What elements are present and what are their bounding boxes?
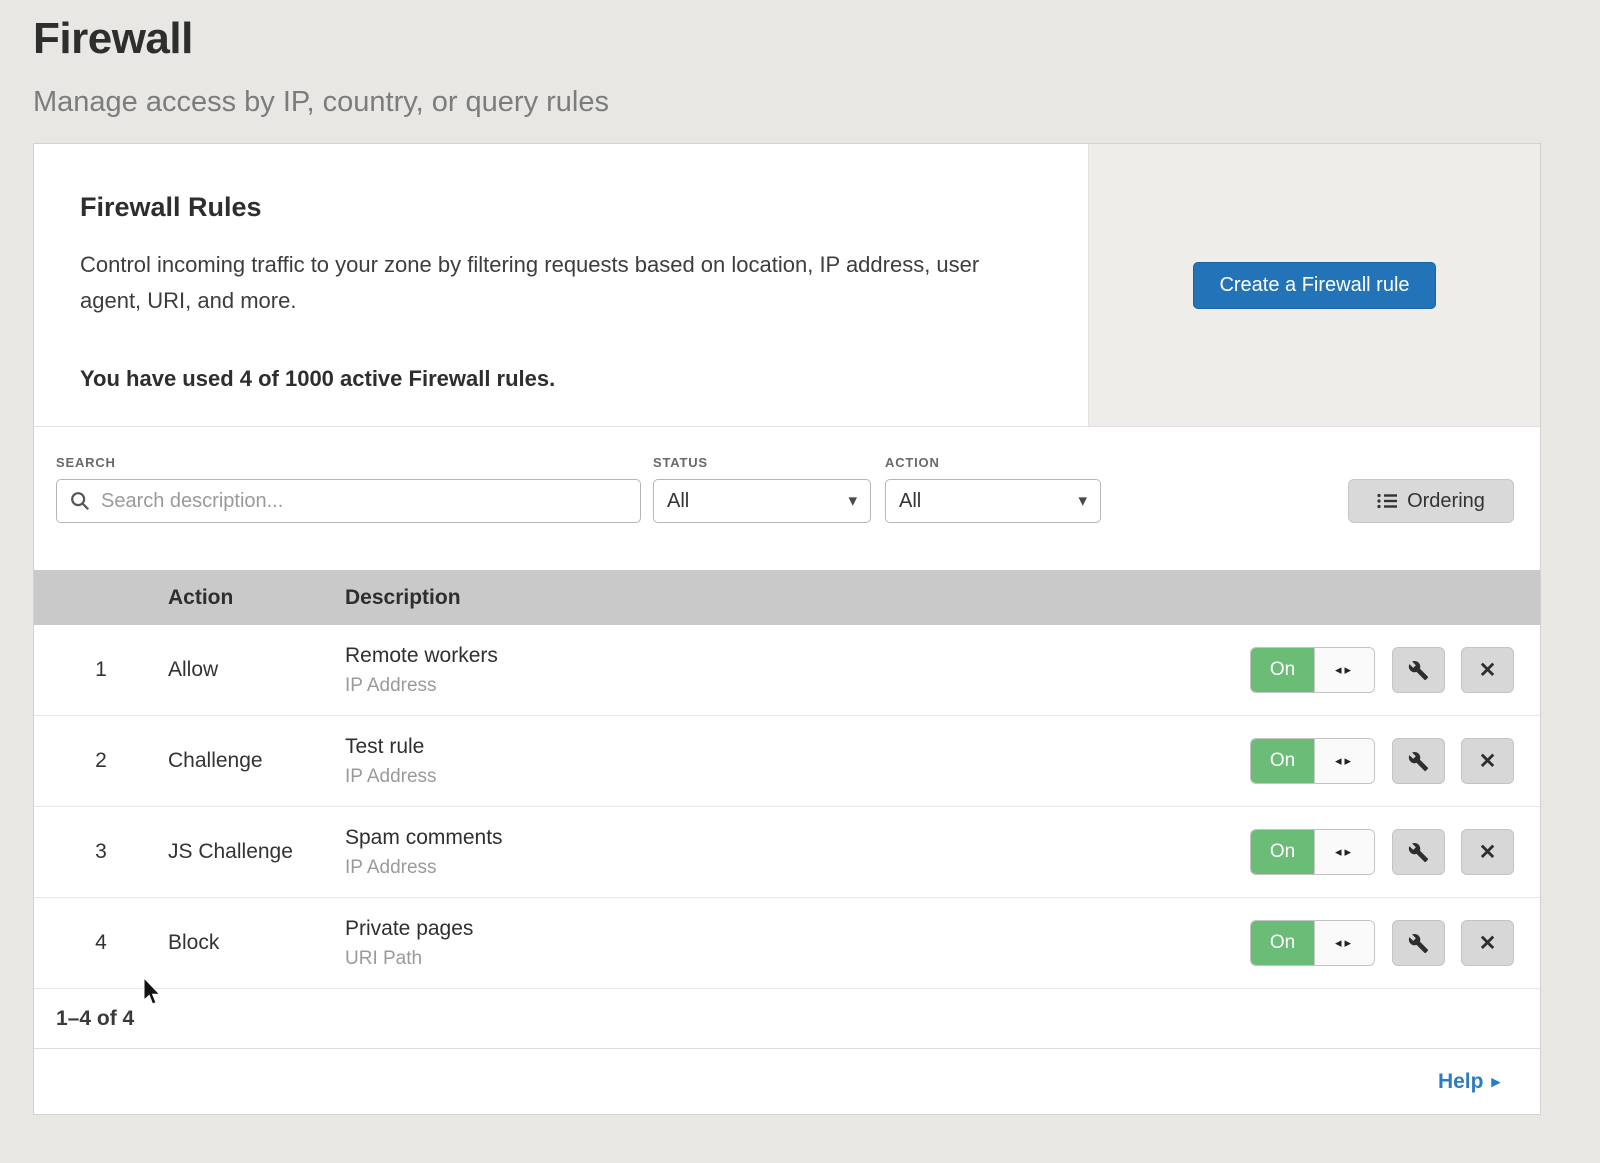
rule-description: Remote workers IP Address [345, 644, 1250, 697]
rule-controls: On ◂▸ ✕ [1250, 738, 1540, 784]
action-select[interactable]: All ▾ [885, 479, 1101, 523]
wrench-icon [1408, 660, 1429, 681]
rule-description-title: Spam comments [345, 826, 1250, 850]
rule-enabled-toggle[interactable]: On ◂▸ [1250, 829, 1375, 875]
edit-rule-button[interactable] [1392, 738, 1445, 784]
rule-description: Spam comments IP Address [345, 826, 1250, 879]
filters-bar: SEARCH STATUS All ▾ ACTION [34, 427, 1540, 570]
delete-rule-button[interactable]: ✕ [1461, 647, 1514, 693]
firewall-card: Firewall Rules Control incoming traffic … [33, 143, 1541, 1115]
help-link-label: Help [1438, 1070, 1484, 1094]
rule-enabled-toggle[interactable]: On ◂▸ [1250, 647, 1375, 693]
table-row: 2 Challenge Test rule IP Address On ◂▸ ✕ [34, 716, 1540, 807]
rule-controls: On ◂▸ ✕ [1250, 829, 1540, 875]
table-row: 1 Allow Remote workers IP Address On ◂▸ … [34, 625, 1540, 716]
rule-action: JS Challenge [168, 840, 345, 864]
edit-rule-button[interactable] [1392, 920, 1445, 966]
toggle-on-label[interactable]: On [1251, 830, 1314, 874]
help-arrow-icon: ▸ [1491, 1072, 1500, 1092]
rule-number: 3 [34, 840, 168, 864]
ordering-button-label: Ordering [1407, 490, 1485, 513]
table-row: 4 Block Private pages URI Path On ◂▸ ✕ [34, 898, 1540, 989]
delete-rule-button[interactable]: ✕ [1461, 920, 1514, 966]
help-link[interactable]: Help ▸ [1438, 1070, 1500, 1094]
rule-controls: On ◂▸ ✕ [1250, 647, 1540, 693]
chevron-down-icon: ▾ [848, 491, 857, 511]
rules-usage-text: You have used 4 of 1000 active Firewall … [80, 366, 1028, 392]
status-select[interactable]: All ▾ [653, 479, 871, 523]
rule-match-type: URI Path [345, 948, 1250, 970]
rule-description-title: Remote workers [345, 644, 1250, 668]
rule-description: Test rule IP Address [345, 735, 1250, 788]
rule-description: Private pages URI Path [345, 917, 1250, 970]
rule-action: Allow [168, 658, 345, 682]
status-label: STATUS [653, 455, 871, 470]
delete-rule-button[interactable]: ✕ [1461, 829, 1514, 875]
rule-controls: On ◂▸ ✕ [1250, 920, 1540, 966]
wrench-icon [1408, 933, 1429, 954]
rule-match-type: IP Address [345, 857, 1250, 879]
toggle-handle-icon[interactable]: ◂▸ [1314, 921, 1374, 965]
wrench-icon [1408, 751, 1429, 772]
close-icon: ✕ [1479, 658, 1497, 683]
page-header: Firewall Manage access by IP, country, o… [0, 0, 1600, 119]
close-icon: ✕ [1479, 840, 1497, 865]
action-label: ACTION [885, 455, 1101, 470]
rule-match-type: IP Address [345, 766, 1250, 788]
chevron-down-icon: ▾ [1078, 491, 1087, 511]
description-column-header: Description [345, 586, 1540, 610]
wrench-icon [1408, 842, 1429, 863]
firewall-intro-section: Firewall Rules Control incoming traffic … [34, 144, 1540, 427]
rule-number: 1 [34, 658, 168, 682]
pagination-row: 1–4 of 4 [34, 989, 1540, 1049]
toggle-handle-icon[interactable]: ◂▸ [1314, 830, 1374, 874]
create-rule-panel: Create a Firewall rule [1088, 144, 1540, 426]
create-firewall-rule-button[interactable]: Create a Firewall rule [1193, 262, 1435, 309]
toggle-handle-icon[interactable]: ◂▸ [1314, 739, 1374, 783]
section-description: Control incoming traffic to your zone by… [80, 247, 1028, 320]
status-select-value: All [667, 490, 689, 513]
section-title: Firewall Rules [80, 192, 1028, 223]
rule-description-title: Test rule [345, 735, 1250, 759]
toggle-on-label[interactable]: On [1251, 739, 1314, 783]
rule-number: 4 [34, 931, 168, 955]
toggle-on-label[interactable]: On [1251, 921, 1314, 965]
help-row: Help ▸ [34, 1049, 1540, 1114]
search-label: SEARCH [56, 455, 641, 470]
ordering-button[interactable]: Ordering [1348, 479, 1514, 523]
close-icon: ✕ [1479, 749, 1497, 774]
pagination-text: 1–4 of 4 [56, 1007, 134, 1031]
rule-description-title: Private pages [345, 917, 1250, 941]
rule-action: Challenge [168, 749, 345, 773]
close-icon: ✕ [1479, 931, 1497, 956]
action-select-value: All [899, 490, 921, 513]
page-subtitle: Manage access by IP, country, or query r… [33, 86, 1600, 119]
toggle-on-label[interactable]: On [1251, 648, 1314, 692]
edit-rule-button[interactable] [1392, 647, 1445, 693]
toggle-handle-icon[interactable]: ◂▸ [1314, 648, 1374, 692]
rule-enabled-toggle[interactable]: On ◂▸ [1250, 920, 1375, 966]
table-row: 3 JS Challenge Spam comments IP Address … [34, 807, 1540, 898]
rule-enabled-toggle[interactable]: On ◂▸ [1250, 738, 1375, 784]
delete-rule-button[interactable]: ✕ [1461, 738, 1514, 784]
search-icon [69, 490, 91, 512]
rule-action: Block [168, 931, 345, 955]
search-input[interactable] [56, 479, 641, 523]
page-title: Firewall [33, 14, 1600, 64]
rule-number: 2 [34, 749, 168, 773]
firewall-intro-text: Firewall Rules Control incoming traffic … [34, 144, 1088, 426]
action-column-header: Action [168, 586, 345, 610]
rule-match-type: IP Address [345, 675, 1250, 697]
ordered-list-icon [1377, 493, 1397, 509]
table-header: Action Description [34, 570, 1540, 625]
edit-rule-button[interactable] [1392, 829, 1445, 875]
